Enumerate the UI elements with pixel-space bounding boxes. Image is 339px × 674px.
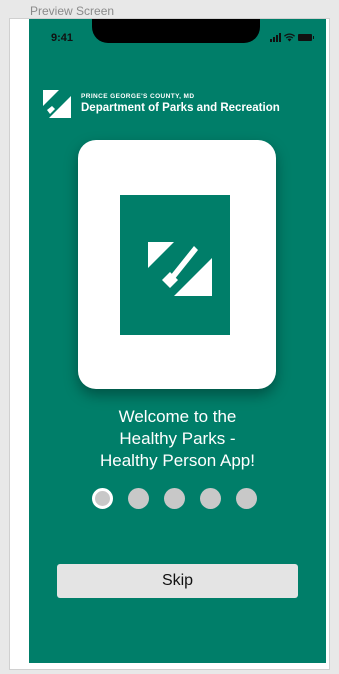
welcome-message: Welcome to the Healthy Parks - Healthy P… (100, 407, 255, 470)
department-header: PRINCE GEORGE'S COUNTY, MD Department of… (43, 90, 280, 118)
department-name: PRINCE GEORGE'S COUNTY, MD Department of… (81, 93, 280, 115)
county-name: PRINCE GEORGE'S COUNTY, MD (81, 93, 195, 100)
parks-logo-icon (43, 90, 71, 118)
page-dot-4[interactable] (200, 488, 221, 509)
page-dot-5[interactable] (236, 488, 257, 509)
wifi-icon (284, 33, 295, 42)
page-dot-1[interactable] (92, 488, 113, 509)
preview-screen-label: Preview Screen (30, 4, 115, 18)
status-icons (270, 33, 314, 42)
logo-card-inner (120, 195, 230, 335)
status-time: 9:41 (51, 32, 74, 44)
parks-logo-icon (148, 232, 212, 296)
signal-icon (270, 33, 281, 42)
pagination-dots (92, 488, 257, 509)
logo-card (78, 140, 276, 389)
battery-icon (298, 34, 314, 41)
device-notch (92, 19, 260, 43)
page-dot-2[interactable] (128, 488, 149, 509)
department-title: Department of Parks and Recreation (81, 102, 280, 114)
skip-button[interactable]: Skip (57, 564, 298, 598)
phone-screen: 9:41 PRINCE GEORGE'S COUNTY, MD Departme… (29, 19, 326, 663)
page-dot-3[interactable] (164, 488, 185, 509)
